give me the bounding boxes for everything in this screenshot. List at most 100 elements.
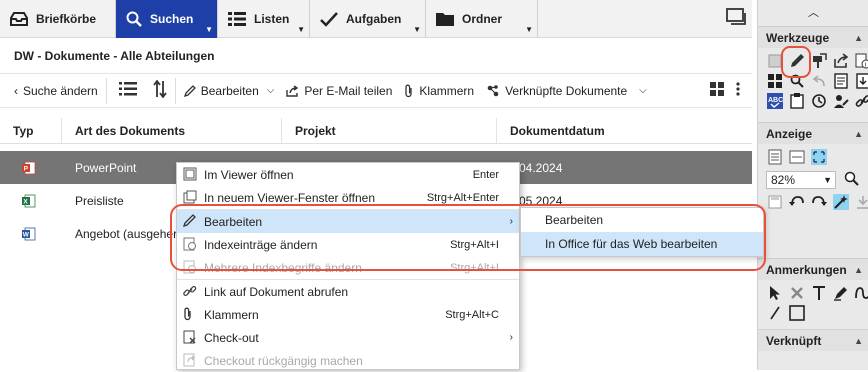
fit-width-icon[interactable] [788, 148, 806, 166]
column-art[interactable]: Art des Dokuments [62, 118, 282, 143]
clip-label: Klammern [419, 83, 475, 98]
document-info-icon[interactable]: i [854, 52, 868, 70]
download-icon[interactable] [854, 193, 868, 211]
tools-section-header[interactable]: Werkzeuge ▲ [758, 26, 868, 48]
reply-icon[interactable] [810, 72, 828, 90]
tab-aufgaben[interactable]: Aufgaben ▼ [310, 0, 426, 38]
chevron-right-icon: › [509, 216, 513, 227]
menu-item-get-link[interactable]: Link auf Dokument abrufen [177, 280, 519, 303]
sort-button[interactable] [147, 74, 173, 108]
tab-label: Aufgaben [346, 12, 402, 26]
tab-label: Suchen [150, 12, 194, 26]
grid-view-button[interactable] [704, 74, 730, 108]
zoom-select[interactable]: 82% ▼ [766, 171, 836, 189]
menu-item-open-viewer[interactable]: Im Viewer öffnen Enter [177, 163, 519, 186]
column-projekt[interactable]: Projekt [282, 118, 497, 143]
spellcheck-icon[interactable]: ABC [766, 92, 784, 110]
menu-item-edit[interactable]: Bearbeiten › [177, 210, 519, 233]
table-header: Typ Art des Dokuments Projekt Dokumentda… [0, 118, 752, 144]
annotations-title: Anmerkungen [766, 262, 847, 277]
rotate-left-icon[interactable] [788, 193, 806, 211]
text-tool-icon[interactable] [810, 284, 828, 302]
more-options-button[interactable] [730, 74, 752, 108]
user-edit-icon[interactable] [832, 92, 850, 110]
tab-listen[interactable]: Listen ▼ [218, 0, 310, 38]
edit-button[interactable]: Bearbeiten ⌵ [178, 74, 281, 108]
annotations-section-header[interactable]: Anmerkungen ▲ [758, 258, 868, 280]
notes-icon[interactable] [832, 72, 850, 90]
menu-item-label: Klammern [204, 307, 259, 322]
tab-ordner[interactable]: Ordner ▼ [426, 0, 538, 38]
excel-file-icon: X [0, 194, 62, 208]
powerpoint-file-icon: P [0, 161, 62, 175]
chevron-down-icon: ▼ [823, 175, 832, 185]
view-section-header[interactable]: Anzeige ▲ [758, 122, 868, 144]
history-icon[interactable] [810, 92, 828, 110]
submenu-item-edit-office-web[interactable]: In Office für das Web bearbeiten [521, 232, 763, 256]
chevron-down-icon[interactable]: ▼ [525, 25, 533, 34]
clip-button[interactable]: Klammern [398, 74, 480, 108]
delete-x-icon[interactable] [788, 284, 806, 302]
chevron-left-icon: ‹ [14, 83, 18, 98]
tools-grid: i ABC [766, 52, 868, 110]
linked-documents-button[interactable]: Verknüpfte Dokumente ⌵ [480, 74, 653, 108]
list-view-button[interactable] [109, 74, 147, 108]
svg-text:ABC: ABC [768, 97, 783, 104]
download-doc-icon[interactable] [854, 72, 868, 90]
search-icon[interactable] [788, 72, 806, 90]
menu-item-label: Bearbeiten [204, 214, 263, 229]
fit-page-icon[interactable] [766, 148, 784, 166]
chevron-down-icon[interactable]: ▼ [413, 25, 421, 34]
chevron-down-icon[interactable]: ⌵ [267, 85, 275, 96]
freehand-icon[interactable] [854, 284, 868, 302]
menu-item-label: In neuem Viewer-Fenster öffnen [204, 190, 375, 205]
chevron-up-icon[interactable]: ▲ [854, 33, 863, 43]
chevron-up-icon[interactable]: ▲ [854, 265, 863, 275]
magic-wand-icon[interactable] [832, 193, 850, 211]
pencil-icon[interactable] [788, 52, 806, 70]
menu-item-clip[interactable]: Klammern Strg+Alt+C [177, 303, 519, 326]
list-icon [228, 11, 246, 27]
stamp-icon[interactable] [810, 52, 828, 70]
column-typ[interactable]: Typ [0, 118, 62, 143]
sort-icon [153, 79, 167, 101]
cursor-icon[interactable] [766, 284, 784, 302]
fullscreen-icon[interactable] [810, 148, 828, 166]
window-layout-icon[interactable] [726, 8, 746, 29]
grid-icon[interactable] [766, 72, 784, 90]
clipboard-icon[interactable] [788, 92, 806, 110]
top-tab-bar: Briefkörbe Suchen ▼ Listen ▼ Aufgaben ▼ … [0, 0, 752, 38]
chevron-up-icon[interactable]: ▲ [854, 336, 863, 346]
multi-index-icon [183, 260, 197, 274]
export-icon[interactable] [832, 52, 850, 70]
menu-item-undo-checkout: Checkout rückgängig machen [177, 349, 519, 372]
linked-section-header[interactable]: Verknüpft ▲ [758, 329, 868, 351]
search-icon [126, 11, 142, 27]
rectangle-tool-icon[interactable] [788, 304, 806, 322]
save-icon[interactable] [766, 193, 784, 211]
menu-item-checkout[interactable]: Check-out › [177, 326, 519, 349]
chevron-down-icon[interactable]: ▼ [297, 25, 305, 34]
link-icon[interactable] [854, 92, 868, 110]
share-email-button[interactable]: Per E-Mail teilen [280, 74, 398, 108]
menu-item-open-new-window[interactable]: In neuem Viewer-Fenster öffnen Strg+Alt+… [177, 186, 519, 209]
chevron-down-icon[interactable]: ⌵ [639, 85, 647, 96]
menu-item-label: Indexeinträge ändern [204, 237, 318, 252]
back-to-search-button[interactable]: ‹ Suche ändern [0, 74, 104, 108]
select-icon[interactable] [766, 52, 784, 70]
divider [174, 77, 176, 104]
highlighter-icon[interactable] [832, 284, 850, 302]
chevron-up-icon[interactable]: ▲ [854, 129, 863, 139]
tab-suchen[interactable]: Suchen ▼ [116, 0, 218, 38]
line-tool-icon[interactable] [766, 304, 784, 322]
paperclip-icon [404, 84, 414, 98]
zoom-search-icon[interactable] [844, 171, 860, 190]
menu-item-change-index[interactable]: Indexeinträge ändern Strg+Alt+I [177, 233, 519, 256]
chevron-down-icon[interactable]: ▼ [205, 25, 213, 34]
menu-item-multi-index: Mehrere Indexbegriffe ändern Strg+Alt+I [177, 256, 519, 279]
tab-briefkoerbe[interactable]: Briefkörbe [0, 0, 116, 38]
submenu-item-edit[interactable]: Bearbeiten [521, 208, 763, 232]
collapse-up-icon[interactable]: ︿ [758, 0, 868, 24]
rotate-right-icon[interactable] [810, 193, 828, 211]
column-datum[interactable]: Dokumentdatum [497, 118, 752, 143]
